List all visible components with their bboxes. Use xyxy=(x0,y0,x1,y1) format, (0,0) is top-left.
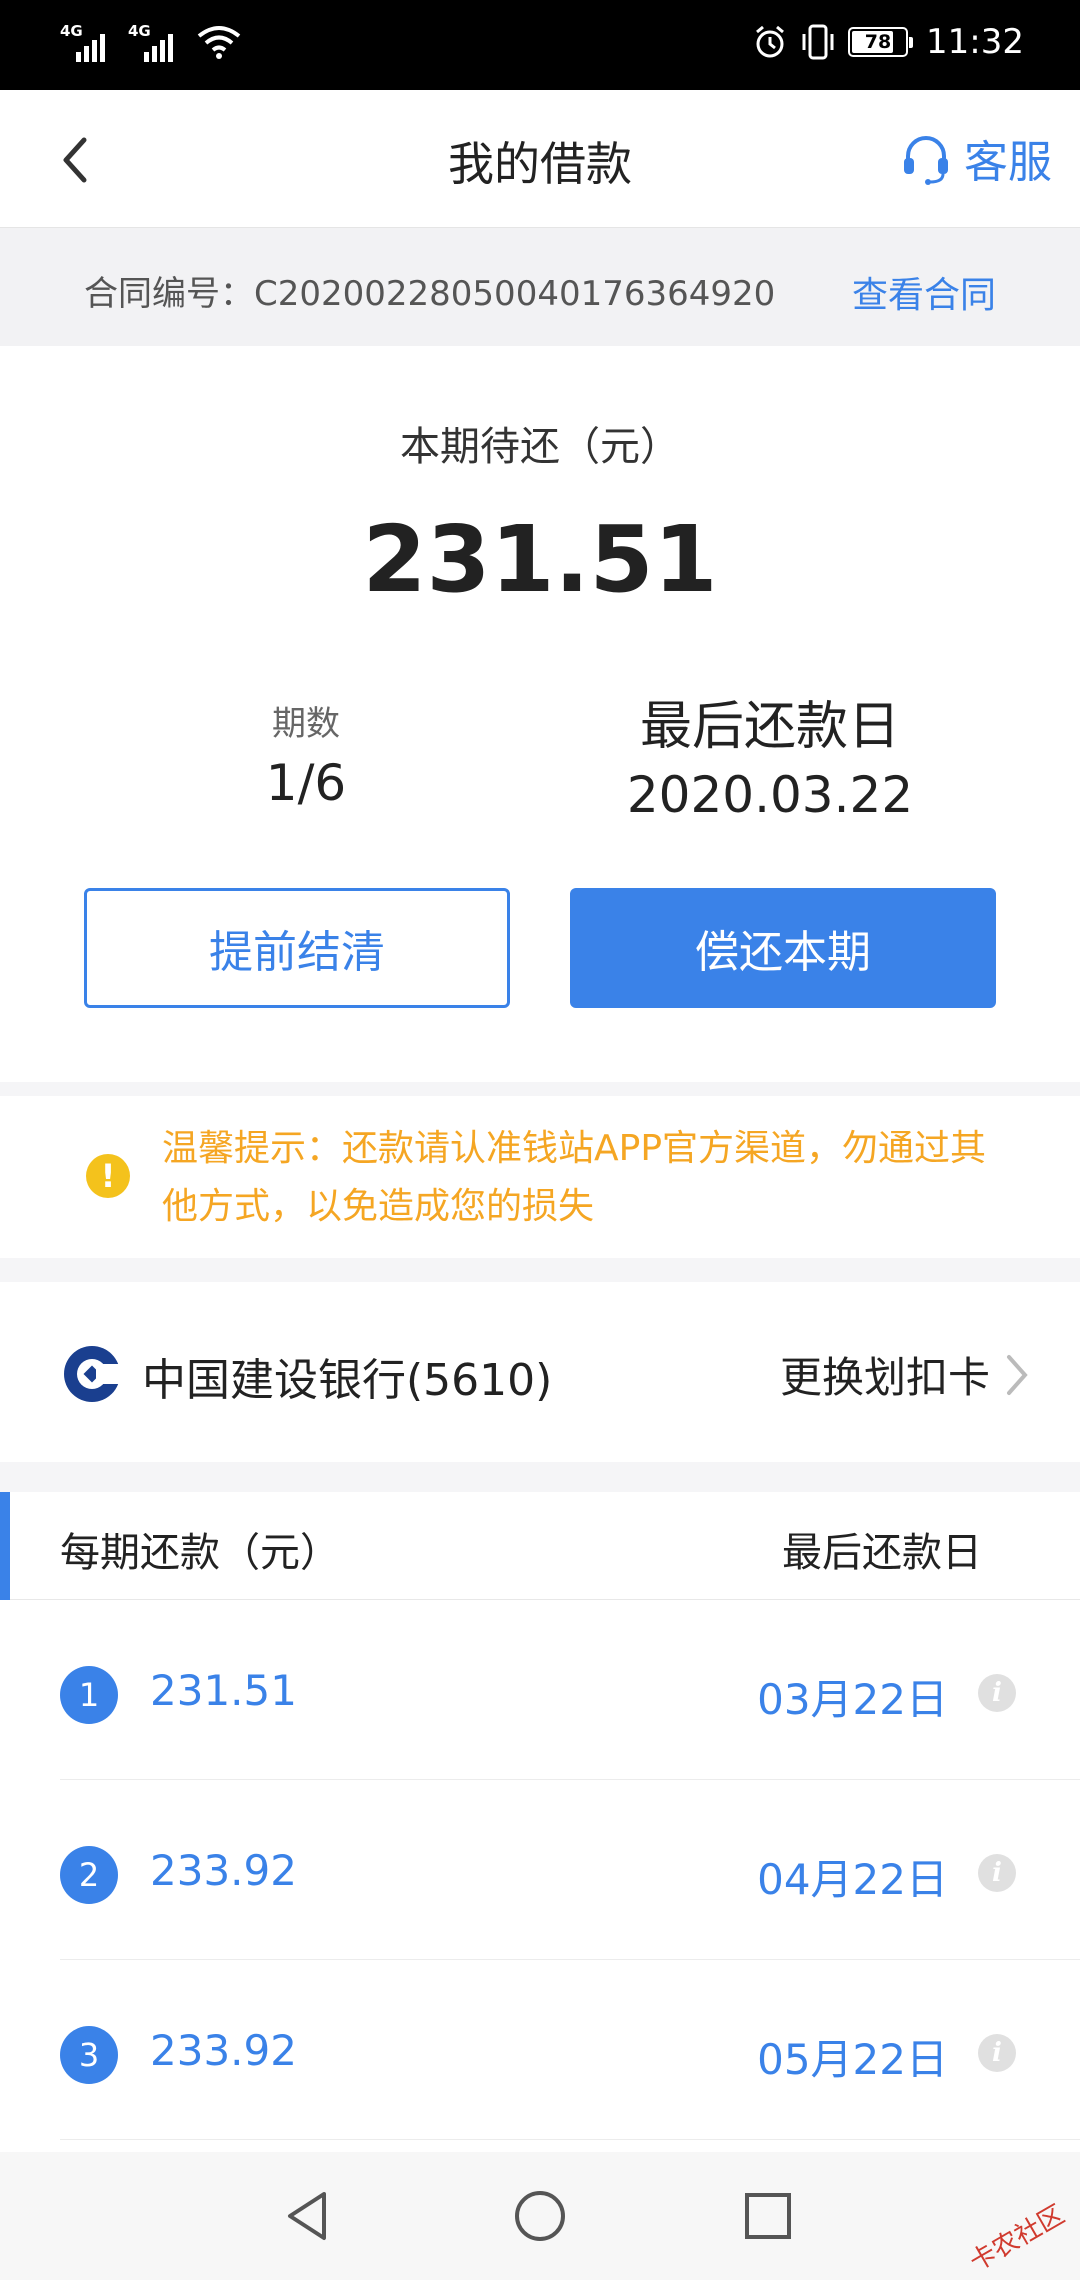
warning-tip: ! 温馨提示：还款请认准钱站APP官方渠道，勿通过其他方式，以免造成您的损失 xyxy=(0,1096,1080,1258)
schedule-header: 每期还款（元） 最后还款日 xyxy=(0,1492,1080,1600)
change-card-button[interactable]: 更换划扣卡 xyxy=(780,1344,1030,1405)
status-time: 11:32 xyxy=(926,22,1024,62)
headset-icon xyxy=(904,136,948,185)
info-icon[interactable]: i xyxy=(978,1854,1016,1892)
battery-icon: 78 xyxy=(848,27,914,57)
vibrate-icon xyxy=(802,24,834,60)
bank-card-row: 中国建设银行(5610) 更换划扣卡 xyxy=(0,1282,1080,1462)
due-label: 本期待还（元） xyxy=(400,424,680,470)
period-value: 1/6 xyxy=(265,754,347,812)
change-card-label: 更换划扣卡 xyxy=(779,1353,990,1402)
status-right: 78 11:32 xyxy=(752,22,1024,62)
column-amount-header: 每期还款（元） xyxy=(60,1530,340,1576)
repayment-summary: 本期待还（元） 231.51 期数 1/6 最后还款日 2020.03.22 提… xyxy=(0,346,1080,1082)
tip-text: 温馨提示：还款请认准钱站APP官方渠道，勿通过其他方式，以免造成您的损失 xyxy=(162,1128,987,1227)
info-icon[interactable]: i xyxy=(978,2034,1016,2072)
section-accent-bar xyxy=(0,1492,10,1600)
alarm-icon xyxy=(756,25,784,58)
signal-sim2-icon: 4G xyxy=(128,22,186,62)
info-icon[interactable]: i xyxy=(978,1674,1016,1712)
pay-current-button[interactable]: 偿还本期 xyxy=(570,888,996,1008)
installment-date: 05月22日 xyxy=(757,2035,948,2084)
status-bar: 4G 4G 78 11:32 xyxy=(0,0,1080,90)
last-date-label: 最后还款日 xyxy=(639,697,900,757)
nav-back-triangle-icon[interactable] xyxy=(278,2186,338,2246)
installment-amount: 233.92 xyxy=(150,1846,297,1895)
schedule-row: 2 233.92 04月22日 i xyxy=(60,1780,1080,1960)
battery-percent: 78 xyxy=(864,31,892,53)
chevron-right-icon xyxy=(1007,1354,1028,1395)
signal-sim1-icon: 4G xyxy=(60,22,118,62)
customer-service-button[interactable]: 客服 xyxy=(898,126,1052,190)
last-date-value: 2020.03.22 xyxy=(626,766,914,824)
app-header: 我的借款 客服 xyxy=(0,90,1080,228)
ccb-bank-icon xyxy=(64,1346,122,1402)
column-date-header: 最后还款日 xyxy=(782,1530,982,1576)
warning-icon: ! xyxy=(86,1154,130,1198)
period-label: 期数 xyxy=(272,704,340,744)
repayment-schedule: 每期还款（元） 最后还款日 1 231.51 03月22日 i 2 233.92… xyxy=(0,1492,1080,2152)
installment-date: 04月22日 xyxy=(757,1855,948,1904)
contract-number: 合同编号：C20200228050040176364920 xyxy=(84,274,776,314)
view-contract-link[interactable]: 查看合同 xyxy=(852,266,996,318)
nav-recents-square-icon[interactable] xyxy=(738,2186,798,2246)
installment-number: 2 xyxy=(60,1846,118,1904)
prepay-button[interactable]: 提前结清 xyxy=(84,888,510,1008)
customer-service-label: 客服 xyxy=(964,137,1052,188)
contract-bar: 合同编号：C20200228050040176364920 查看合同 xyxy=(0,228,1080,346)
system-navigation-bar xyxy=(0,2152,1080,2280)
installment-number: 1 xyxy=(60,1666,118,1724)
installment-number: 3 xyxy=(60,2026,118,2084)
status-left: 4G 4G xyxy=(60,22,242,62)
installment-amount: 233.92 xyxy=(150,2026,297,2075)
installment-amount: 231.51 xyxy=(150,1666,297,1715)
due-amount: 231.51 xyxy=(362,506,718,613)
schedule-row: 3 233.92 05月22日 i xyxy=(60,1960,1080,2140)
installment-date: 03月22日 xyxy=(757,1675,948,1724)
wifi-icon xyxy=(197,26,241,59)
nav-home-circle-icon[interactable] xyxy=(510,2186,570,2246)
bank-name: 中国建设银行(5610) xyxy=(142,1355,553,1406)
schedule-row: 1 231.51 03月22日 i xyxy=(60,1600,1080,1780)
